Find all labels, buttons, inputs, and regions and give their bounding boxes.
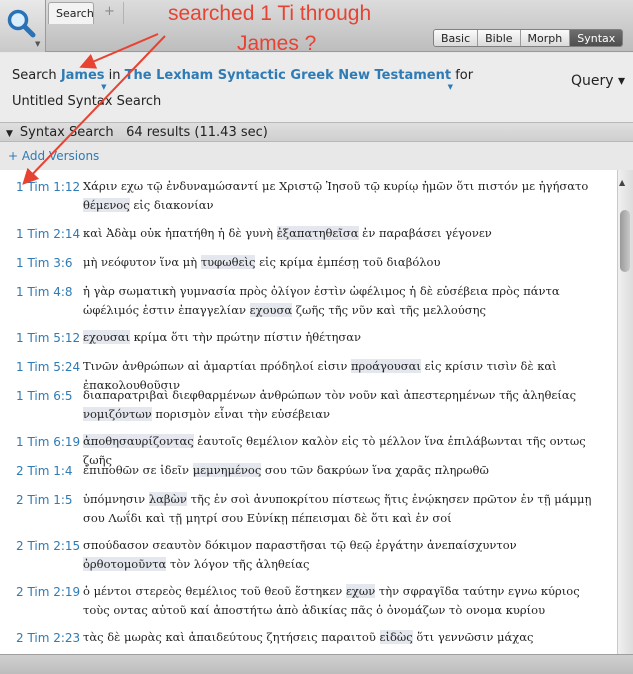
- result-greek-text: εχουσαι κρίμα ὅτι τὴν πρώτην πίστιν ἠθέτ…: [83, 328, 603, 347]
- highlighted-match[interactable]: προάγουσαι: [351, 359, 421, 373]
- result-greek-text: μὴ νεόφυτον ἵνα μὴ τυφωθεὶς εἰς κρίμα ἐμ…: [83, 253, 603, 272]
- highlighted-match[interactable]: λαβὼν: [148, 492, 187, 506]
- scrollbar-thumb[interactable]: [620, 210, 630, 272]
- highlighted-match[interactable]: νομιζόντων: [83, 407, 152, 421]
- greek-text-segment: μὴ νεόφυτον ἵνα μὴ: [83, 255, 201, 269]
- result-reference-link[interactable]: 1 Tim 4:8: [16, 285, 73, 299]
- result-greek-text: ἡ γὰρ σωματικὴ γυμνασία πρὸς ὀλίγον ἐστὶ…: [83, 282, 603, 320]
- greek-text-segment: σπούδασον σεαυτὸν δόκιμον παραστῆσαι τῷ …: [83, 538, 517, 552]
- greek-text-segment: πορισμὸν εἶναι τὴν εὐσέβειαν: [151, 407, 330, 421]
- add-tab-button[interactable]: +: [96, 2, 124, 24]
- result-reference-link[interactable]: 1 Tim 6:19: [16, 435, 80, 449]
- view-basic-button[interactable]: Basic: [434, 30, 479, 46]
- result-greek-text: ὁ μέντοι στερεὸς θεμέλιος τοῦ θεοῦ ἕστηκ…: [83, 582, 603, 620]
- highlighted-match[interactable]: εχουσα: [249, 303, 293, 317]
- result-reference-link[interactable]: 1 Tim 3:6: [16, 256, 73, 270]
- add-versions-link[interactable]: + Add Versions: [8, 149, 99, 163]
- result-reference-link[interactable]: 1 Tim 5:12: [16, 331, 80, 345]
- result-greek-text: διαπαρατριβαὶ διεφθαρμένων ἀνθρώπων τὸν …: [83, 386, 603, 424]
- result-reference-link[interactable]: 2 Tim 2:19: [16, 585, 80, 599]
- greek-text-segment: ἐπιποθῶν σε ἰδεῖν: [83, 463, 193, 477]
- greek-text-segment: διαπαρατριβαὶ διεφθαρμένων ἀνθρώπων τὸν …: [83, 388, 577, 402]
- for-label: for: [455, 68, 474, 83]
- search-panel-button[interactable]: ▼: [0, 0, 46, 52]
- chevron-down-icon: ▼: [101, 83, 107, 91]
- highlighted-match[interactable]: μεμνημένος: [192, 463, 262, 477]
- highlighted-match[interactable]: εχουσαι: [83, 330, 130, 344]
- greek-text-segment: ὁ μέντοι στερεὸς θεμέλιος τοῦ θεοῦ ἕστηκ…: [83, 584, 346, 598]
- chevron-down-icon: ▼: [447, 83, 454, 91]
- greek-text-segment: τὰς δὲ μωρὰς καὶ ἀπαιδεύτους ζητήσεις πα…: [83, 630, 380, 644]
- greek-text-segment: καὶ Ἀδὰμ οὐκ ἠπατήθη ἡ δὲ γυνὴ: [83, 226, 277, 240]
- resource-selector[interactable]: The Lexham Syntactic Greek New Testament…: [124, 68, 453, 91]
- greek-text-segment: σου τῶν δακρύων ἵνα χαρᾶς πληρωθῶ: [261, 463, 489, 477]
- syntax-search-section-header[interactable]: ▼ Syntax Search 64 results (11.43 sec): [0, 122, 633, 142]
- highlighted-match[interactable]: τυφωθεὶς: [200, 255, 256, 269]
- result-reference-link[interactable]: 2 Tim 1:4: [16, 464, 73, 478]
- highlighted-match[interactable]: εἰδὼς: [379, 630, 413, 644]
- result-reference-link[interactable]: 2 Tim 1:5: [16, 493, 73, 507]
- search-query-area: Search James ▼ in The Lexham Syntactic Gr…: [0, 53, 633, 122]
- range-selector[interactable]: James ▼: [60, 68, 107, 91]
- tab-search[interactable]: Search: [48, 2, 94, 24]
- greek-text-segment: τὸν λόγον τῆς ἀληθείας: [166, 557, 310, 571]
- magnifier-icon: [7, 9, 36, 38]
- result-greek-text: ὑπόμνησιν λαβὼν τῆς ἐν σοὶ ἀνυποκρίτου π…: [83, 490, 603, 528]
- result-reference-link[interactable]: 2 Tim 2:23: [16, 631, 80, 645]
- view-syntax-button[interactable]: Syntax: [570, 30, 623, 46]
- range-value: James: [60, 68, 105, 83]
- view-morph-button[interactable]: Morph: [520, 30, 571, 46]
- greek-text-segment: ζωῆς τῆς νῦν καὶ τῆς μελλούσης: [292, 303, 486, 317]
- chevron-down-icon: ▼: [35, 40, 41, 48]
- greek-text-segment: εἰς κρίμα ἐμπέσῃ τοῦ διαβόλου: [255, 255, 441, 269]
- result-reference-link[interactable]: 1 Tim 6:5: [16, 389, 73, 403]
- search-label: Search: [12, 68, 57, 83]
- section-title: Syntax Search: [19, 125, 114, 140]
- annotation-text-line2: James ?: [237, 32, 317, 55]
- scroll-up-arrow-icon[interactable]: ▲: [619, 178, 625, 187]
- highlighted-match[interactable]: εχων: [345, 584, 376, 598]
- result-greek-text: ἐπιποθῶν σε ἰδεῖν μεμνημένος σου τῶν δακ…: [83, 461, 603, 480]
- greek-text-segment: Τινῶν ἀνθρώπων αἱ ἁμαρτίαι πρόδηλοί εἰσι…: [83, 359, 351, 373]
- result-greek-text: τὰς δὲ μωρὰς καὶ ἀπαιδεύτους ζητήσεις πα…: [83, 628, 603, 647]
- greek-text-segment: ὅτι γεννῶσιν μάχας: [412, 630, 534, 644]
- greek-text-segment: Χάριν εχω τῷ ἐνδυναμώσαντί με Χριστῷ Ἰησ…: [83, 179, 589, 193]
- view-bible-button[interactable]: Bible: [478, 30, 521, 46]
- in-label: in: [108, 68, 121, 83]
- result-greek-text: σπούδασον σεαυτὸν δόκιμον παραστῆσαι τῷ …: [83, 536, 603, 574]
- highlighted-match[interactable]: θέμενος: [83, 198, 130, 212]
- highlighted-match[interactable]: ἐξαπατηθεῖσα: [276, 226, 359, 240]
- greek-text-segment: εἰς διακονίαν: [129, 198, 214, 212]
- highlighted-match[interactable]: ὀρθοτομοῦντα: [83, 557, 167, 571]
- result-reference-link[interactable]: 1 Tim 1:12: [16, 180, 80, 194]
- greek-text-segment: κρίμα ὅτι τὴν πρώτην πίστιν ἠθέτησαν: [129, 330, 361, 344]
- view-mode-selector: Basic Bible Morph Syntax: [433, 29, 624, 47]
- resource-value: The Lexham Syntactic Greek New Testament: [124, 68, 452, 83]
- results-summary: 64 results (11.43 sec): [126, 125, 268, 140]
- result-reference-link[interactable]: 2 Tim 2:15: [16, 539, 80, 553]
- result-greek-text: καὶ Ἀδὰμ οὐκ ἠπατήθη ἡ δὲ γυνὴ ἐξαπατηθε…: [83, 224, 603, 243]
- result-reference-link[interactable]: 1 Tim 5:24: [16, 360, 80, 374]
- collapse-triangle-icon[interactable]: ▼: [6, 129, 13, 139]
- results-list: 1 Tim 1:12 Χάριν εχω τῷ ἐνδυναμώσαντί με …: [0, 170, 617, 654]
- annotation-text-line1: searched 1 Ti through: [168, 2, 372, 25]
- highlighted-match[interactable]: ἀποθησαυρίζοντας: [83, 434, 194, 448]
- greek-text-segment: ἐν παραβάσει γέγονεν: [358, 226, 492, 240]
- greek-text-segment: ὑπόμνησιν: [83, 492, 149, 506]
- query-name[interactable]: Untitled Syntax Search: [12, 94, 161, 109]
- search-query-line: Search James ▼ in The Lexham Syntactic Gr…: [12, 68, 474, 91]
- result-reference-link[interactable]: 1 Tim 2:14: [16, 227, 80, 241]
- bottom-status-bar: [0, 654, 633, 674]
- query-menu-button[interactable]: Query ▾: [571, 73, 625, 89]
- result-greek-text: Χάριν εχω τῷ ἐνδυναμώσαντί με Χριστῷ Ἰησ…: [83, 177, 603, 215]
